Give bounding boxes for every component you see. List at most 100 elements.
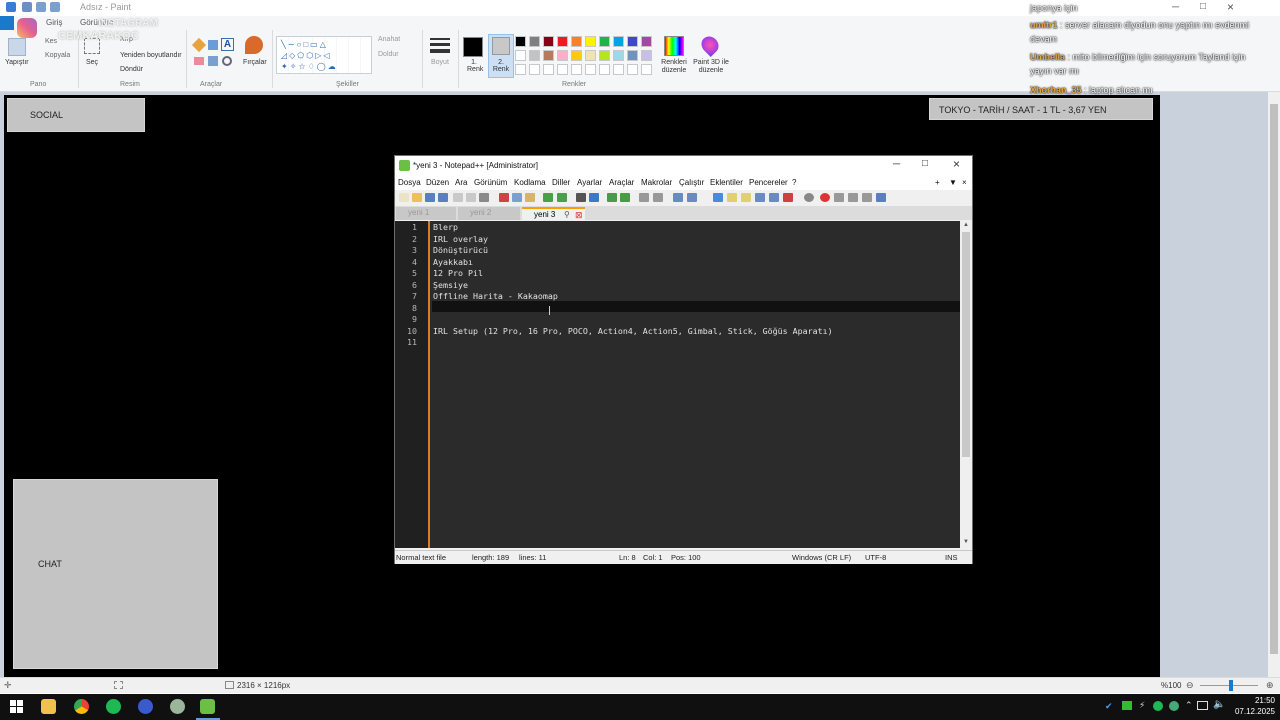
color-swatch[interactable] [613, 50, 624, 61]
volume-icon[interactable]: 🔈 [1213, 699, 1225, 710]
color-swatch[interactable] [627, 50, 638, 61]
paint3d-icon[interactable] [697, 32, 723, 58]
menu-item-tools[interactable]: Araçlar [609, 178, 634, 187]
color-swatch[interactable] [641, 50, 652, 61]
brushes-button[interactable]: Fırçalar [243, 59, 267, 66]
pin-icon[interactable]: ⚲ [564, 209, 570, 221]
empty-color-swatch[interactable] [585, 64, 596, 75]
zoom-slider[interactable] [1200, 680, 1258, 691]
empty-color-swatch[interactable] [543, 64, 554, 75]
redo-icon[interactable] [50, 2, 60, 12]
color-swatch[interactable] [585, 50, 596, 61]
color-swatch[interactable] [613, 36, 624, 47]
menu-item-file[interactable]: Dosya [398, 178, 421, 187]
empty-color-swatch[interactable] [599, 64, 610, 75]
zoom-in-icon[interactable] [607, 193, 617, 202]
menu-item-run[interactable]: Çalıştır [679, 178, 704, 187]
playback-icon[interactable] [848, 193, 858, 202]
color-swatch[interactable] [543, 50, 554, 61]
menu-item-languages[interactable]: Diller [552, 178, 570, 187]
color-palette[interactable] [515, 36, 659, 76]
tab-yeni-1[interactable]: yeni 1 [396, 207, 456, 220]
start-recording-icon[interactable] [820, 193, 830, 202]
rotate-button[interactable]: Döndür [120, 66, 143, 73]
redo-icon[interactable] [557, 193, 567, 202]
word-wrap-icon[interactable] [673, 193, 683, 202]
notepadpp-taskbar-icon[interactable] [200, 699, 215, 714]
show-all-chars-icon[interactable] [687, 193, 697, 202]
taskbar-date[interactable]: 07.12.2025 [1229, 707, 1275, 716]
app-icon[interactable] [138, 699, 153, 714]
fill-button[interactable]: Doldur [378, 51, 399, 58]
color-swatch[interactable] [571, 36, 582, 47]
tray-icon[interactable]: ✔ [1105, 701, 1113, 712]
cut-button[interactable]: Kes [45, 38, 57, 45]
empty-color-swatch[interactable] [571, 64, 582, 75]
chrome-icon[interactable] [74, 699, 89, 714]
file-explorer-icon[interactable] [41, 699, 56, 714]
tab-home[interactable]: Giriş [46, 18, 62, 27]
taskbar-time[interactable]: 21:50 [1235, 696, 1275, 705]
color-swatch[interactable] [599, 36, 610, 47]
color-swatch[interactable] [515, 36, 526, 47]
text-tool-icon[interactable]: A [221, 38, 234, 51]
paint3d-button[interactable]: Paint 3D ile düzenle [693, 59, 729, 75]
zoom-out-icon[interactable] [620, 193, 630, 202]
color1-swatch[interactable] [463, 37, 483, 57]
close-icon[interactable]: × [953, 157, 960, 171]
paste-button[interactable]: Yapıştır [5, 59, 29, 66]
color-swatch[interactable] [557, 36, 568, 47]
color-swatch[interactable] [529, 50, 540, 61]
cut-icon[interactable] [499, 193, 509, 202]
minimize-icon[interactable]: ─ [1172, 2, 1179, 13]
app-icon[interactable] [170, 699, 185, 714]
empty-color-swatch[interactable] [613, 64, 624, 75]
save-icon[interactable] [22, 2, 32, 12]
color-swatch[interactable] [599, 50, 610, 61]
edit-colors-button[interactable]: Renkleri düzenle [660, 59, 688, 75]
scrollbar-thumb[interactable] [1270, 104, 1278, 654]
network-icon[interactable] [1197, 701, 1208, 710]
maximize-icon[interactable]: □ [922, 158, 928, 169]
size-button[interactable]: Boyut [431, 59, 449, 66]
edit-colors-icon[interactable] [664, 36, 684, 56]
menu-item-view[interactable]: Görünüm [474, 178, 507, 187]
color-swatch[interactable] [641, 36, 652, 47]
tray-icon[interactable] [1153, 701, 1163, 711]
paste-icon[interactable] [8, 38, 26, 56]
brush-icon[interactable] [245, 36, 263, 54]
sync-scroll-icon[interactable] [639, 193, 649, 202]
record-macro-icon[interactable] [804, 193, 814, 202]
zoom-out-icon[interactable]: ⊖ [1186, 680, 1194, 691]
pencil-icon[interactable] [191, 37, 207, 53]
scroll-up-icon[interactable]: ▲ [963, 222, 969, 228]
text-editor[interactable]: 1 2 3 4 5 6 7 8 9 10 11 Blerp IRL overla… [395, 221, 960, 548]
color-swatch[interactable] [585, 36, 596, 47]
spotify-icon[interactable] [106, 699, 121, 714]
eraser-icon[interactable] [194, 57, 204, 65]
save-all-icon[interactable] [438, 193, 448, 202]
empty-color-swatch[interactable] [627, 64, 638, 75]
paste-icon[interactable] [525, 193, 535, 202]
doc-map-icon[interactable] [741, 193, 751, 202]
shapes-gallery[interactable]: ╲∼○□▭△ ◿◇⬠⬡▷◁ ✦✧☆♢◯☁ [276, 36, 372, 74]
menu-item-macros[interactable]: Makrolar [641, 178, 672, 187]
save-icon[interactable] [425, 193, 435, 202]
menu-item-help[interactable]: ? [792, 178, 796, 187]
menu-item-search[interactable]: Ara [455, 178, 467, 187]
undo-icon[interactable] [543, 193, 553, 202]
minimize-icon[interactable]: ─ [893, 159, 900, 170]
run-macro-multiple-icon[interactable] [862, 193, 872, 202]
tab-yeni-3[interactable]: yeni 3 ⚲ ⊠ [522, 207, 585, 220]
stop-recording-icon[interactable] [834, 193, 844, 202]
file-menu-button[interactable] [0, 16, 14, 30]
color-swatch[interactable] [557, 50, 568, 61]
editor-vertical-scrollbar[interactable]: ▲ ▼ [960, 221, 972, 548]
tab-yeni-2[interactable]: yeni 2 [458, 207, 520, 220]
empty-color-swatch[interactable] [515, 64, 526, 75]
fill-icon[interactable] [208, 40, 218, 50]
undo-icon[interactable] [36, 2, 46, 12]
color-swatch[interactable] [571, 50, 582, 61]
notepadpp-titlebar[interactable]: *yeni 3 - Notepad++ [Administrator] ─ □ … [395, 156, 972, 176]
menu-item-edit[interactable]: Düzen [426, 178, 449, 187]
